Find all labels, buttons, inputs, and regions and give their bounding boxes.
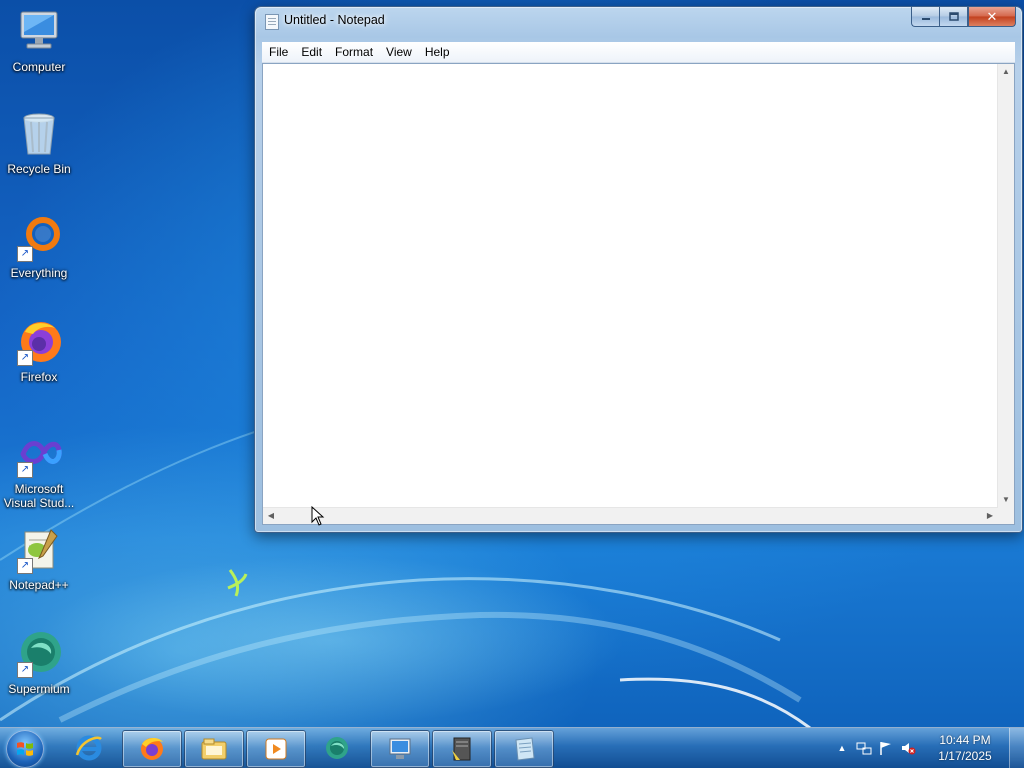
taskbar: ▲ 10:44 PM 1/17/2025 <box>0 727 1024 768</box>
maximize-button[interactable] <box>939 7 968 27</box>
remote-desktop-icon <box>389 738 411 759</box>
show-desktop-button[interactable] <box>1009 728 1024 768</box>
volume-muted-icon[interactable] <box>900 740 916 756</box>
file-explorer-icon <box>201 738 227 760</box>
desktop-icon-computer[interactable]: Computer <box>1 8 77 74</box>
desktop-icon-firefox[interactable]: ↗ Firefox <box>1 318 77 384</box>
taskbar-firefox[interactable] <box>122 730 182 768</box>
clock-time: 10:44 PM <box>939 733 991 747</box>
vertical-scrollbar[interactable]: ▲ ▼ <box>997 64 1014 508</box>
desktop-icon-label: Recycle Bin <box>7 162 71 176</box>
desktop-icon-label: Computer <box>12 60 66 74</box>
taskbar-application[interactable] <box>432 730 492 768</box>
windows-logo-icon <box>17 742 33 756</box>
taskbar-file-explorer[interactable] <box>184 730 244 768</box>
desktop-icon-label: Firefox <box>20 370 58 384</box>
internet-explorer-icon <box>75 735 102 761</box>
scrollbar-corner <box>998 508 1014 524</box>
notepad-plus-plus-icon: ↗ <box>15 526 63 574</box>
supermium-icon: ↗ <box>15 630 63 678</box>
notepad-window[interactable]: Untitled - Notepad ✕ File Edit Format Vi… <box>254 6 1023 533</box>
editor-content[interactable] <box>267 66 994 504</box>
desktop-icon-notepad-plus-plus[interactable]: ↗ Notepad++ <box>1 526 77 592</box>
taskbar-internet-explorer[interactable] <box>60 730 118 766</box>
mouse-cursor-icon <box>311 506 325 526</box>
recycle-bin-icon <box>15 110 63 158</box>
supermium-icon <box>326 737 348 759</box>
notepad-icon <box>265 14 279 30</box>
system-tray: ▲ 10:44 PM 1/17/2025 <box>834 728 1024 768</box>
menu-format[interactable]: Format <box>328 42 379 62</box>
everything-search-icon: ↗ <box>15 214 63 262</box>
show-hidden-icons-button[interactable]: ▲ <box>834 740 850 756</box>
desktop-icon-label: Notepad++ <box>9 578 69 592</box>
scroll-left-arrow-icon[interactable]: ◀ <box>263 508 279 524</box>
network-icon[interactable] <box>856 740 872 756</box>
menu-help[interactable]: Help <box>418 42 456 62</box>
desktop-icon-everything[interactable]: ↗ Everything <box>1 214 77 280</box>
clock-date: 1/17/2025 <box>938 749 992 763</box>
shortcut-arrow-icon: ↗ <box>17 662 33 678</box>
menu-view[interactable]: View <box>379 42 418 62</box>
desktop-icon-label: Microsoft Visual Stud... <box>3 482 75 510</box>
app-settings-icon <box>452 737 471 761</box>
desktop-icon-recycle-bin[interactable]: Recycle Bin <box>1 110 77 176</box>
clock[interactable]: 10:44 PM 1/17/2025 <box>930 732 1000 764</box>
menu-bar: File Edit Format View Help <box>262 42 1015 63</box>
shortcut-arrow-icon: ↗ <box>17 246 33 262</box>
window-title: Untitled - Notepad <box>284 13 385 27</box>
desktop-icon-label: Supermium <box>8 682 70 696</box>
taskbar-remote-desktop[interactable] <box>370 730 430 768</box>
desktop-icon-label: Everything <box>10 266 68 280</box>
desktop-icon-visual-studio[interactable]: ↗ Microsoft Visual Stud... <box>1 430 77 510</box>
desktop-icon-supermium[interactable]: ↗ Supermium <box>1 630 77 696</box>
taskbar-supermium[interactable] <box>308 730 366 766</box>
media-player-icon <box>265 738 287 760</box>
computer-icon <box>15 8 63 56</box>
shortcut-arrow-icon: ↗ <box>17 350 33 366</box>
scroll-right-arrow-icon[interactable]: ▶ <box>982 508 998 524</box>
scroll-down-arrow-icon[interactable]: ▼ <box>998 492 1014 508</box>
menu-edit[interactable]: Edit <box>294 42 328 62</box>
horizontal-scrollbar[interactable]: ◀ ▶ <box>263 507 998 524</box>
text-editor-area[interactable]: ▲ ▼ ◀ ▶ <box>262 63 1015 525</box>
title-bar[interactable]: Untitled - Notepad ✕ <box>255 7 1022 35</box>
shortcut-arrow-icon: ↗ <box>17 462 33 478</box>
start-button[interactable] <box>6 730 44 768</box>
action-center-flag-icon[interactable] <box>878 740 894 756</box>
close-button[interactable]: ✕ <box>968 7 1016 27</box>
menu-file[interactable]: File <box>262 42 294 62</box>
firefox-icon: ↗ <box>15 318 63 366</box>
notepad-icon <box>515 737 535 761</box>
visual-studio-icon: ↗ <box>15 430 63 478</box>
taskbar-notepad[interactable] <box>494 730 554 768</box>
shortcut-arrow-icon: ↗ <box>17 558 33 574</box>
firefox-icon <box>141 738 163 760</box>
taskbar-media-player[interactable] <box>246 730 306 768</box>
scroll-up-arrow-icon[interactable]: ▲ <box>998 64 1014 80</box>
minimize-button[interactable] <box>911 7 939 27</box>
